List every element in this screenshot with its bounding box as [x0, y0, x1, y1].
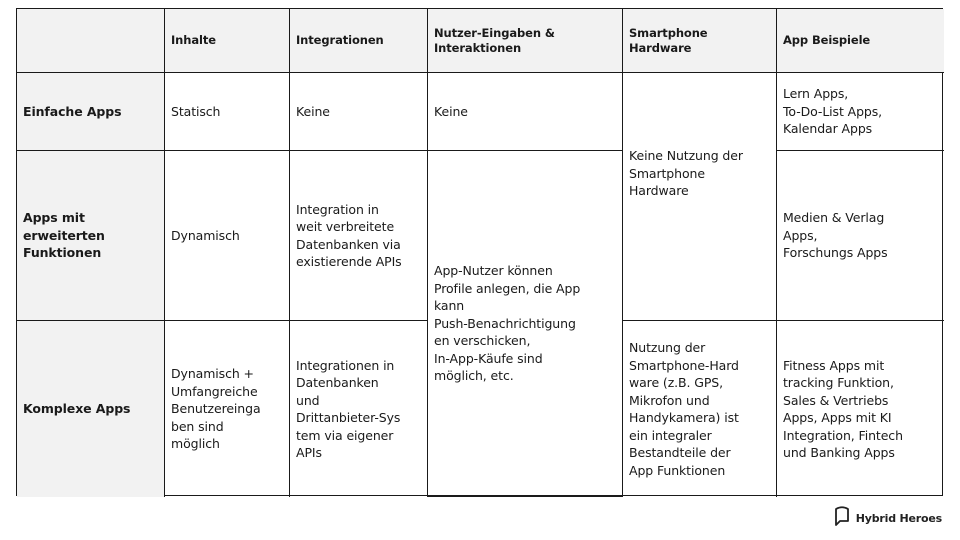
cell-integrationen: Integrationen in Datenbanken und Drittan…	[290, 321, 428, 497]
brand-logo: Hybrid Heroes	[834, 505, 942, 531]
header-corner	[17, 9, 165, 73]
cell-smartphone-hardware-merged: Keine Nutzung der Smartphone Hardware	[623, 73, 777, 321]
cell-app-beispiele: Lern Apps, To-Do-List Apps, Kalendar App…	[777, 73, 944, 151]
header-nutzer-eingaben: Nutzer-Eingaben & Interaktionen	[428, 9, 623, 73]
row-label-komplexe-apps: Komplexe Apps	[17, 321, 165, 497]
cell-inhalte: Dynamisch	[165, 151, 290, 321]
cell-app-beispiele: Fitness Apps mit tracking Funktion, Sale…	[783, 357, 903, 461]
header-smartphone-hardware: Smartphone Hardware	[623, 9, 777, 73]
comparison-table: Inhalte Integrationen Nutzer-Eingaben & …	[16, 8, 944, 497]
cell-smartphone-hardware: Nutzung der Smartphone-Hard ware (z.B. G…	[623, 321, 777, 497]
cell-inhalte: Statisch	[165, 73, 290, 151]
cell-nutzer-eingaben: Keine	[428, 73, 623, 151]
cell-integrationen: Integration in weit verbreitete Datenban…	[290, 151, 428, 321]
cell-inhalte: Dynamisch + Umfangreiche Benutzereinga b…	[165, 321, 290, 497]
header-inhalte: Inhalte	[165, 9, 290, 73]
cell-app-beispiele: Medien & Verlag Apps, Forschungs Apps	[777, 151, 944, 321]
speech-bubble-shield-icon	[834, 505, 850, 531]
header-app-beispiele: App Beispiele	[777, 9, 944, 73]
cell-nutzer-eingaben-merged: App-Nutzer können Profile anlegen, die A…	[428, 151, 623, 497]
brand-name: Hybrid Heroes	[855, 511, 942, 525]
header-integrationen: Integrationen	[290, 9, 428, 73]
row-label-einfache-apps: Einfache Apps	[17, 73, 165, 151]
row-label-erweiterte-apps: Apps mit erweiterten Funktionen	[17, 151, 165, 321]
cell-integrationen: Keine	[290, 73, 428, 151]
